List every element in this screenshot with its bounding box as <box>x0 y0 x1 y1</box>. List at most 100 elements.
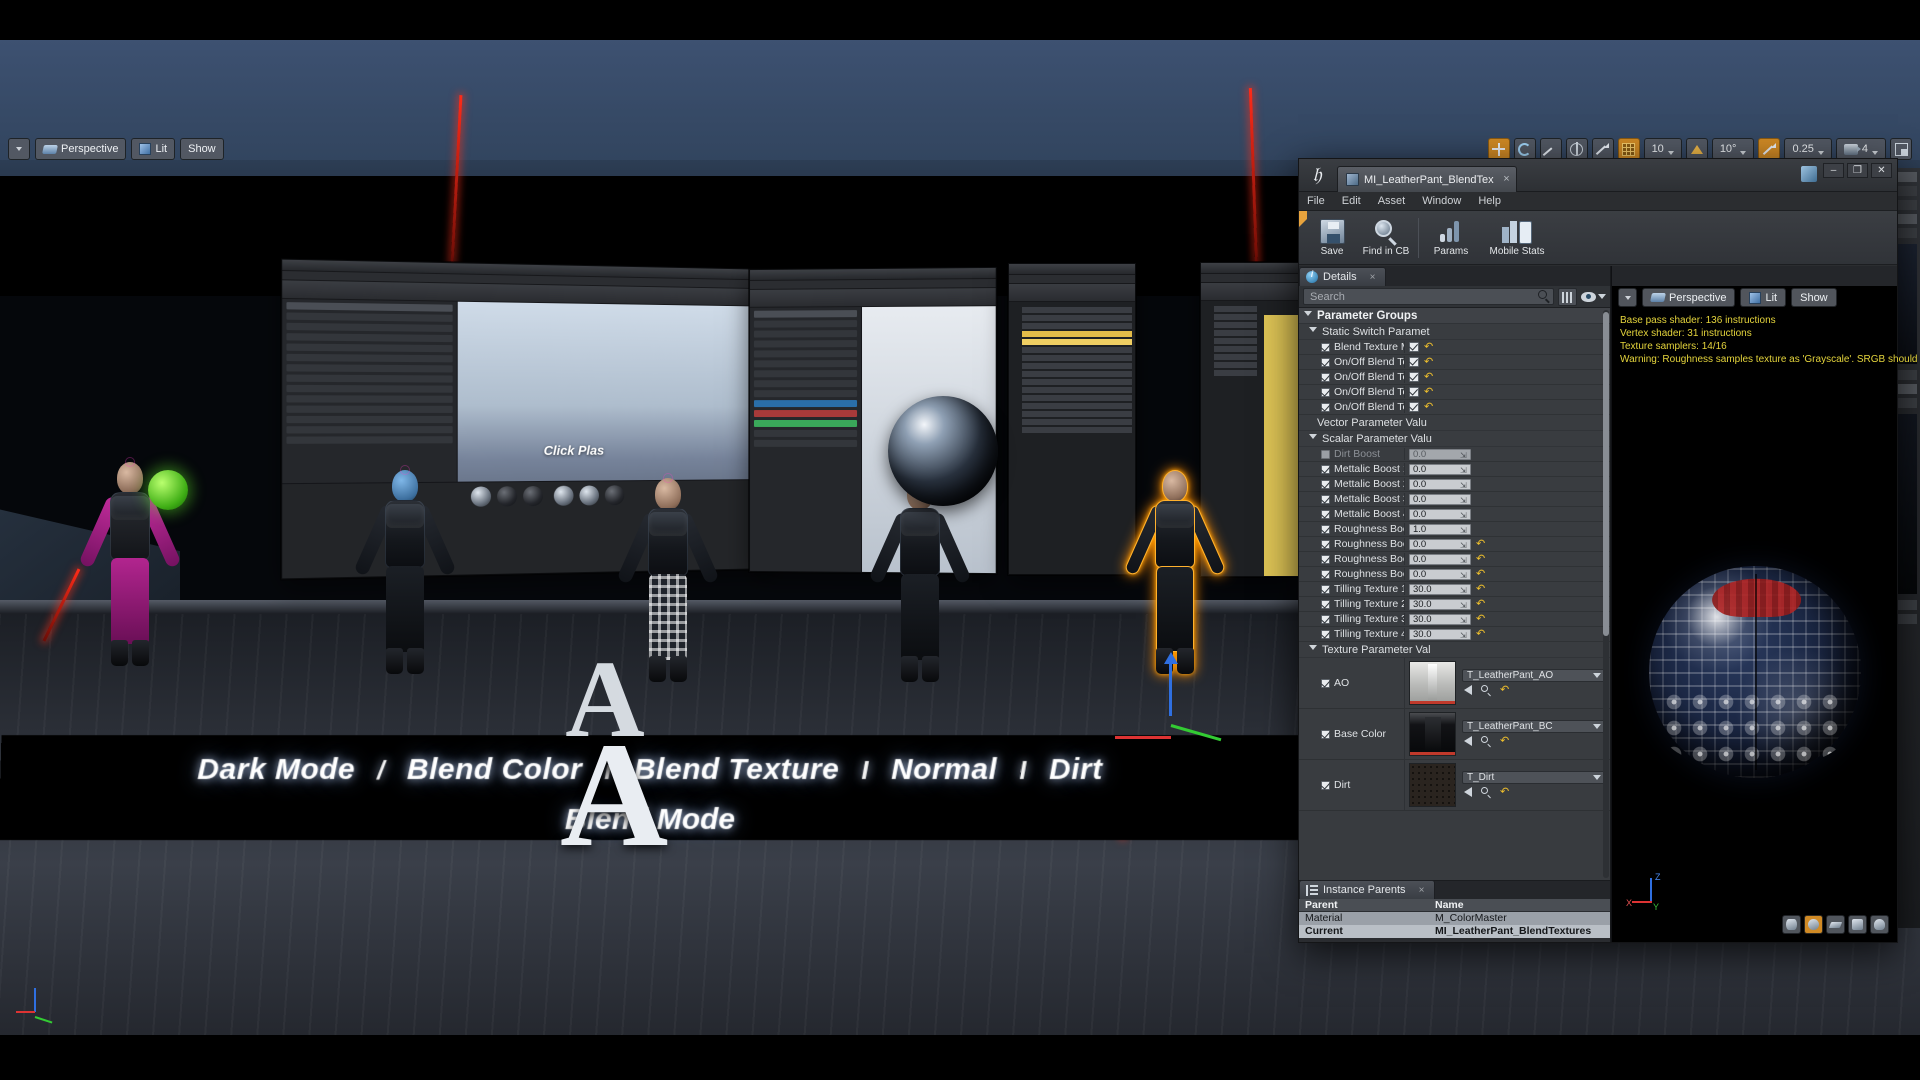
revert-icon[interactable]: ↶ <box>1476 568 1485 579</box>
override-checkbox[interactable] <box>1321 387 1330 397</box>
texture-asset-picker[interactable]: T_LeatherPant_BC <box>1462 720 1606 733</box>
browse-to-asset-icon[interactable] <box>1481 736 1491 748</box>
property-row[interactable]: On/Off Blend Text ↶ <box>1299 370 1610 385</box>
rotation-snap-value[interactable]: 10° <box>1711 138 1755 160</box>
tab-close-icon[interactable]: × <box>1370 272 1376 283</box>
property-row[interactable]: On/Off Blend Text ↶ <box>1299 385 1610 400</box>
property-row[interactable]: Roughness Boost 0.0 ⇲ ↶ <box>1299 537 1610 552</box>
maximize-viewport-button[interactable] <box>1890 138 1912 160</box>
material-instance-editor-window[interactable]: 𝔥 MI_LeatherPant_BlendTex × – ❐ ✕ File E… <box>1298 158 1920 943</box>
preview-shape-teapot-button[interactable] <box>1870 915 1889 934</box>
editor-toolbar[interactable]: Save Find in CB Params Mobile Stats <box>1299 211 1897 265</box>
override-checkbox[interactable] <box>1321 479 1330 489</box>
browse-to-asset-icon[interactable] <box>1481 787 1491 799</box>
drag-handle-icon[interactable]: ⇲ <box>1460 481 1468 490</box>
property-value-cell[interactable]: 30.0 ⇲ ↶ <box>1405 628 1610 640</box>
drag-handle-icon[interactable]: ⇲ <box>1460 556 1468 565</box>
texture-actions[interactable]: ↶ <box>1462 735 1606 748</box>
menu-window[interactable]: Window <box>1422 195 1461 207</box>
scale-snap-value[interactable]: 0.25 <box>1784 138 1832 160</box>
texture-thumbnail[interactable] <box>1409 763 1456 807</box>
preview-camera-mode-button[interactable]: Perspective <box>1642 288 1736 307</box>
numeric-input[interactable]: 0.0 ⇲ <box>1409 568 1471 580</box>
main-viewport-transform-toolbar[interactable]: 10 10° 0.25 4 <box>1487 138 1912 160</box>
viewport-show-menu-button[interactable]: Show <box>180 138 224 160</box>
property-row[interactable]: On/Off Blend Text ↶ <box>1299 400 1610 415</box>
window-titlebar[interactable]: 𝔥 MI_LeatherPant_BlendTex × – ❐ ✕ <box>1299 159 1897 192</box>
revert-icon[interactable]: ↶ <box>1476 538 1485 549</box>
drag-handle-icon[interactable]: ⇲ <box>1460 541 1468 550</box>
texture-thumbnail[interactable] <box>1409 661 1456 705</box>
texture-value-cell[interactable]: T_Dirt ↶ <box>1405 760 1610 810</box>
override-checkbox[interactable] <box>1321 524 1330 534</box>
property-value-cell[interactable]: ↶ <box>1405 371 1610 382</box>
preview-show-menu-button[interactable]: Show <box>1791 288 1837 307</box>
translate-mode-button[interactable] <box>1487 138 1510 160</box>
use-selected-asset-icon[interactable] <box>1464 736 1472 746</box>
mobile-stats-button[interactable]: Mobile Stats <box>1478 214 1556 262</box>
numeric-input[interactable]: 0.0 ⇲ <box>1409 478 1471 490</box>
override-checkbox[interactable] <box>1321 584 1330 594</box>
viewport-options-dropdown[interactable] <box>8 138 30 160</box>
maximize-button[interactable]: ❐ <box>1847 163 1868 178</box>
property-row[interactable]: Roughness Boost 0.0 ⇲ ↶ <box>1299 567 1610 582</box>
editor-document-tab[interactable]: MI_LeatherPant_BlendTex × <box>1337 166 1517 192</box>
revert-icon[interactable]: ↶ <box>1476 553 1485 564</box>
viewport-lighting-mode-button[interactable]: Lit <box>131 138 176 160</box>
use-selected-asset-icon[interactable] <box>1464 787 1472 797</box>
drag-handle-icon[interactable]: ⇲ <box>1460 511 1468 520</box>
window-controls[interactable]: – ❐ ✕ <box>1823 163 1892 178</box>
tab-close-icon[interactable]: × <box>1503 173 1509 185</box>
numeric-input[interactable]: 0.0 ⇲ <box>1409 448 1471 460</box>
surface-snap-button[interactable] <box>1591 138 1614 160</box>
property-value-cell[interactable]: 1.0 ⇲ <box>1405 523 1610 535</box>
preview-viewport-toolbar[interactable]: Perspective Lit Show <box>1618 288 1837 307</box>
property-value-cell[interactable]: 0.0 ⇲ <box>1405 463 1610 475</box>
override-checkbox[interactable] <box>1321 614 1330 624</box>
drag-handle-icon[interactable]: ⇲ <box>1460 586 1468 595</box>
details-scrollbar[interactable] <box>1603 310 1609 878</box>
preview-shape-sphere-button[interactable] <box>1804 915 1823 934</box>
texture-asset-picker[interactable]: T_Dirt <box>1462 771 1606 784</box>
use-selected-asset-icon[interactable] <box>1464 685 1472 695</box>
numeric-input[interactable]: 0.0 ⇲ <box>1409 508 1471 520</box>
texture-row-dirt[interactable]: Dirt T_Dirt ↶ <box>1299 760 1610 811</box>
menu-edit[interactable]: Edit <box>1342 195 1361 207</box>
property-row[interactable]: Roughness Boost 0.0 ⇲ ↶ <box>1299 552 1610 567</box>
texture-actions[interactable]: ↶ <box>1462 684 1606 697</box>
drag-handle-icon[interactable]: ⇲ <box>1460 496 1468 505</box>
override-checkbox[interactable] <box>1321 780 1330 790</box>
grid-snap-value[interactable]: 10 <box>1643 138 1682 160</box>
property-row[interactable]: Tilling Texture 1 30.0 ⇲ ↶ <box>1299 582 1610 597</box>
section-scalar-parameters[interactable]: Scalar Parameter Valu <box>1299 431 1610 447</box>
details-tabbar[interactable]: Details × <box>1299 266 1610 286</box>
main-viewport-toolbar[interactable]: Perspective Lit Show <box>8 138 224 160</box>
property-row[interactable]: Tilling Texture 3 30.0 ⇲ ↶ <box>1299 612 1610 627</box>
drag-handle-icon[interactable]: ⇲ <box>1460 601 1468 610</box>
tab-instance-parents[interactable]: Instance Parents × <box>1299 880 1436 899</box>
override-checkbox[interactable] <box>1321 569 1330 579</box>
override-checkbox[interactable] <box>1321 449 1330 459</box>
value-checkbox[interactable] <box>1409 372 1419 382</box>
override-checkbox[interactable] <box>1321 678 1330 688</box>
property-row[interactable]: Mettalic Boost 4 0.0 ⇲ <box>1299 507 1610 522</box>
texture-fields[interactable]: T_LeatherPant_AO ↶ <box>1462 661 1606 705</box>
override-checkbox[interactable] <box>1321 599 1330 609</box>
override-checkbox[interactable] <box>1321 629 1330 639</box>
revert-icon[interactable]: ↶ <box>1476 598 1485 609</box>
override-checkbox[interactable] <box>1321 729 1330 739</box>
save-button[interactable]: Save <box>1305 214 1359 262</box>
drag-handle-icon[interactable]: ⇲ <box>1460 466 1468 475</box>
property-value-cell[interactable]: 0.0 ⇲ <box>1405 508 1610 520</box>
close-button[interactable]: ✕ <box>1871 163 1892 178</box>
menu-bar[interactable]: File Edit Asset Window Help <box>1299 192 1897 211</box>
property-row[interactable]: On/Off Blend Text ↶ <box>1299 355 1610 370</box>
material-preview-viewport[interactable]: Perspective Lit Show Base pass shader: 1… <box>1611 266 1920 942</box>
preview-shape-buttons[interactable] <box>1782 915 1889 934</box>
share-feedback-icon[interactable] <box>1801 166 1817 182</box>
details-search-bar[interactable] <box>1299 286 1610 308</box>
preview-shape-plane-button[interactable] <box>1826 915 1845 934</box>
material-preview-sphere[interactable] <box>1648 566 1861 778</box>
value-checkbox[interactable] <box>1409 387 1419 397</box>
instance-parents-row[interactable]: Material M_ColorMaster <box>1299 912 1610 925</box>
